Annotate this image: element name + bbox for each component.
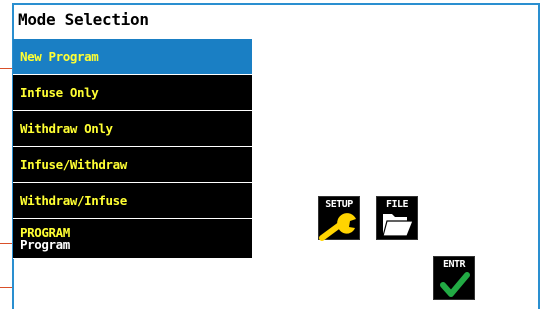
menu-item-label: New Program bbox=[20, 49, 99, 64]
folder-icon bbox=[382, 214, 414, 237]
checkmark-icon bbox=[440, 272, 470, 297]
menu-item-withdraw-only[interactable]: Withdraw Only bbox=[13, 111, 252, 147]
menu-item-sublabel: Program bbox=[20, 236, 70, 252]
menu-item-infuse-only[interactable]: Infuse Only bbox=[13, 75, 252, 111]
page-title: Mode Selection bbox=[18, 10, 149, 29]
menu-item-label: Infuse Only bbox=[20, 85, 99, 100]
menu-item-program[interactable]: PROGRAM Program bbox=[13, 219, 252, 259]
menu-item-withdraw-infuse[interactable]: Withdraw/Infuse bbox=[13, 183, 252, 219]
enter-button[interactable]: ENTR bbox=[433, 256, 475, 300]
menu-item-infuse-withdraw[interactable]: Infuse/Withdraw bbox=[13, 147, 252, 183]
menu-item-label: Infuse/Withdraw bbox=[20, 157, 127, 172]
menu-item-label: Withdraw Only bbox=[20, 121, 113, 136]
wrench-icon bbox=[319, 213, 356, 241]
setup-button[interactable]: SETUP bbox=[318, 196, 360, 241]
menu-item-new-program[interactable]: New Program bbox=[13, 39, 252, 75]
file-button[interactable]: FILE bbox=[376, 196, 418, 240]
menu-item-label: Withdraw/Infuse bbox=[20, 193, 127, 208]
